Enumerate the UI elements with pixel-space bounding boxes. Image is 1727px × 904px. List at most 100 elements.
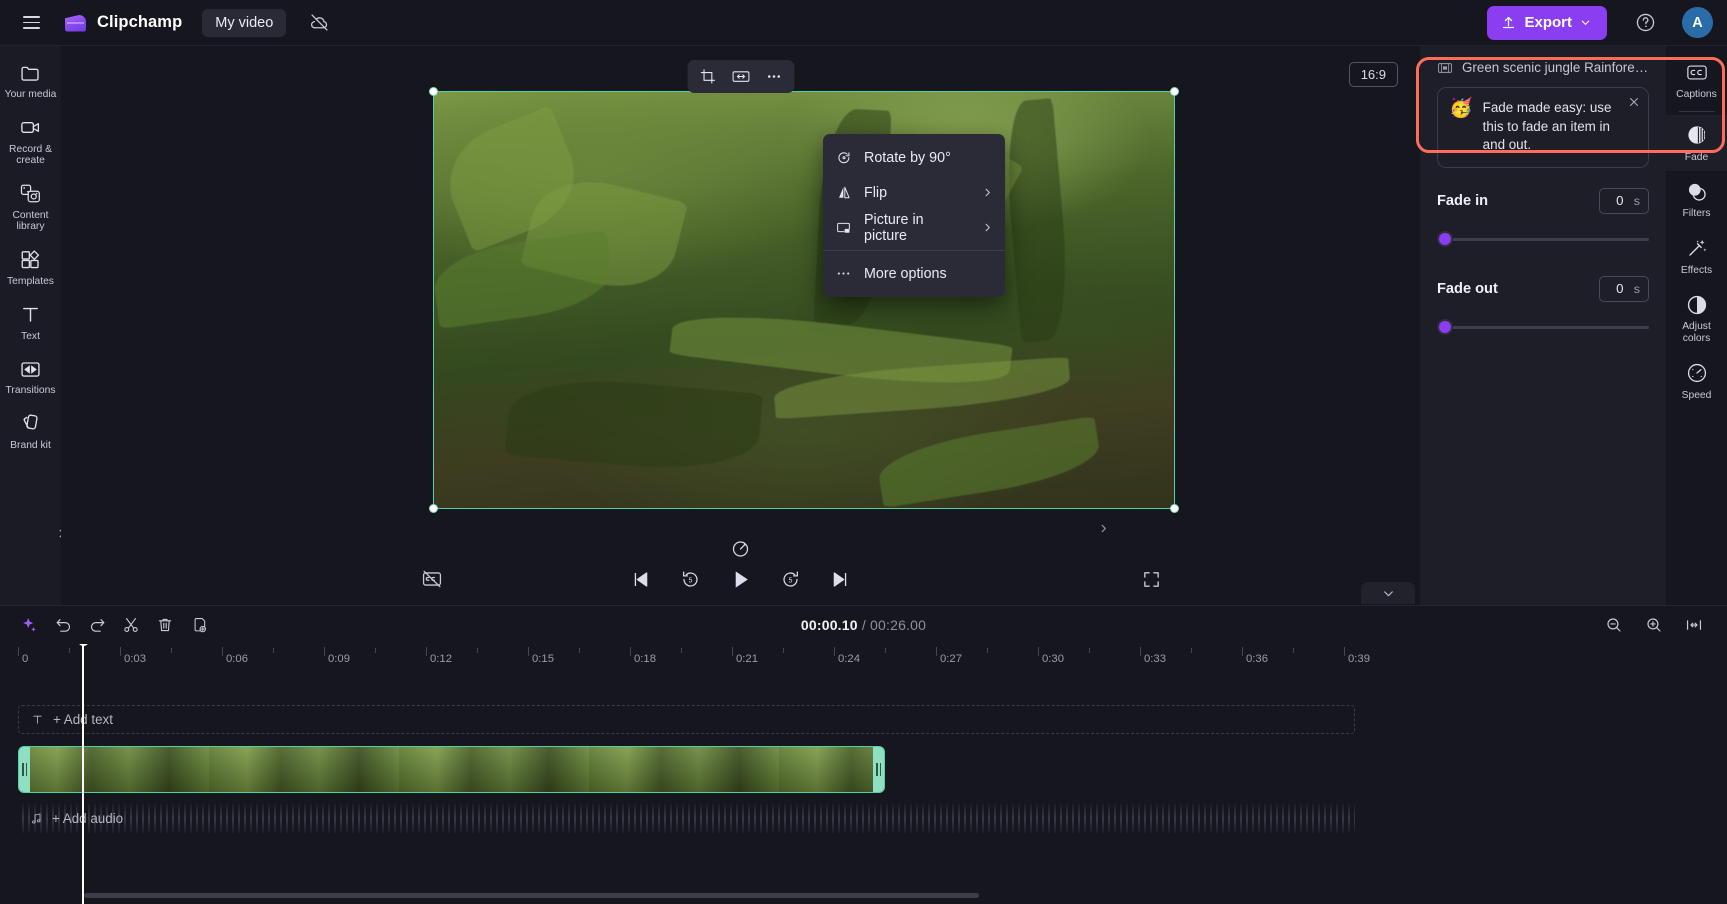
collapse-properties-button[interactable]	[1093, 510, 1113, 546]
export-button[interactable]: Export	[1487, 5, 1607, 40]
video-track[interactable]	[18, 746, 885, 793]
hamburger-icon[interactable]	[14, 6, 48, 40]
right-item-captions[interactable]: Captions	[1666, 52, 1727, 109]
context-menu-item-more-options[interactable]: More options	[823, 256, 1005, 291]
more-icon[interactable]	[758, 63, 789, 90]
ruler-label: 0:36	[1246, 653, 1268, 665]
picture-in-picture-icon	[835, 219, 852, 236]
sidebar-item-record-create[interactable]: Record & create	[2, 109, 59, 173]
right-item-effects[interactable]: Effects	[1666, 228, 1727, 285]
playhead[interactable]	[76, 644, 90, 904]
fade-in-input[interactable]: 0 s	[1598, 187, 1649, 214]
flip-icon	[835, 184, 852, 201]
play-button[interactable]	[727, 565, 755, 593]
fit-icon[interactable]	[725, 63, 756, 90]
undo-button[interactable]	[48, 611, 78, 639]
current-time: 00:00.10	[800, 617, 858, 633]
timeline-horizontal-scrollbar[interactable]	[84, 893, 979, 898]
skip-to-end-button[interactable]	[827, 565, 855, 593]
resize-handle-top-left[interactable]	[429, 87, 438, 96]
duplicate-button[interactable]	[184, 611, 214, 639]
svg-text:5: 5	[689, 577, 693, 584]
fade-in-label: Fade in	[1437, 192, 1489, 209]
closed-captions-icon	[1685, 61, 1708, 84]
rewind-5-seconds-button[interactable]: 5	[677, 565, 705, 593]
timeline-ruler[interactable]: 0 0:03 0:06 0:09 0:12 0:15 0:18 0:21 0:2…	[18, 644, 1727, 670]
video-preview[interactable]	[429, 87, 1179, 513]
right-item-label: Filters	[1682, 208, 1711, 220]
fade-out-input[interactable]: 0 s	[1598, 275, 1649, 302]
resize-handle-bottom-left[interactable]	[429, 504, 438, 513]
fade-in-slider[interactable]	[1437, 228, 1649, 250]
sidebar-item-templates[interactable]: Templates	[2, 241, 59, 294]
project-name-field[interactable]: My video	[202, 8, 287, 37]
content-library-icon	[19, 182, 43, 206]
chevron-right-icon	[982, 222, 993, 233]
split-button[interactable]	[116, 611, 146, 639]
avatar[interactable]: A	[1682, 7, 1713, 38]
right-item-fade[interactable]: Fade	[1666, 114, 1727, 172]
trim-left-handle[interactable]	[19, 747, 30, 792]
resize-handle-top-right[interactable]	[1170, 87, 1179, 96]
ruler-label: 0:12	[430, 653, 452, 665]
top-bar: Clipchamp My video Export A	[0, 0, 1727, 46]
timeline-body: 0 0:03 0:06 0:09 0:12 0:15 0:18 0:21 0:2…	[0, 644, 1727, 904]
sidebar-item-your-media[interactable]: Your media	[2, 54, 59, 107]
transitions-icon	[19, 357, 43, 381]
ruler-label: 0:33	[1144, 653, 1166, 665]
context-menu-item-picture-in-picture[interactable]: Picture in picture	[823, 210, 1005, 245]
text-track[interactable]: + Add text	[18, 705, 1355, 734]
right-item-label: Effects	[1680, 264, 1713, 276]
slider-knob[interactable]	[1437, 230, 1453, 247]
upload-icon	[1501, 15, 1516, 30]
video-clip[interactable]	[18, 746, 885, 793]
properties-header: Green scenic jungle Rainforest A...	[1437, 60, 1649, 75]
right-item-filters[interactable]: Filters	[1666, 171, 1727, 228]
context-menu-item-flip[interactable]: Flip	[823, 175, 1005, 210]
redo-button[interactable]	[82, 611, 112, 639]
skip-to-start-button[interactable]	[627, 565, 655, 593]
right-item-label: Adjust colors	[1682, 321, 1711, 344]
context-menu-divider	[823, 250, 1005, 251]
delete-button[interactable]	[150, 611, 180, 639]
cloud-off-icon[interactable]	[304, 8, 334, 38]
right-item-adjust-colors[interactable]: Adjust colors	[1666, 284, 1727, 352]
ruler-label: 0:09	[328, 653, 350, 665]
context-menu-label: Rotate by 90°	[864, 149, 951, 166]
fade-out-slider[interactable]	[1437, 316, 1649, 338]
crop-icon[interactable]	[692, 63, 723, 90]
fullscreen-icon[interactable]	[1137, 565, 1165, 593]
captions-off-icon[interactable]	[418, 565, 446, 593]
zoom-out-button[interactable]	[1599, 611, 1629, 639]
zoom-in-button[interactable]	[1639, 611, 1669, 639]
sidebar-item-content-library[interactable]: Content library	[2, 175, 59, 239]
ruler-label: 0	[22, 653, 29, 665]
context-menu-item-rotate-90[interactable]: Rotate by 90°	[823, 140, 1005, 175]
right-item-label: Captions	[1676, 89, 1717, 100]
add-text-row[interactable]: + Add text	[18, 705, 1355, 734]
resize-handle-bottom-right[interactable]	[1170, 504, 1179, 513]
timeline: 00:00.10 / 00:26.00 0 0:03 0:06 0:09 0:1…	[0, 582, 1727, 904]
fade-out-value: 0	[1616, 281, 1624, 297]
ruler-label: 0:18	[634, 653, 656, 665]
sidebar-item-brand-kit[interactable]: Brand kit	[2, 405, 59, 458]
sidebar-item-text[interactable]: Text	[2, 296, 59, 349]
close-icon[interactable]	[1628, 96, 1640, 108]
right-item-speed[interactable]: Speed	[1666, 353, 1727, 410]
aspect-ratio-button[interactable]: 16:9	[1348, 62, 1398, 87]
text-icon	[19, 303, 43, 327]
right-rail-divider	[1678, 110, 1715, 112]
sidebar-item-transitions[interactable]: Transitions	[2, 350, 59, 403]
help-circle-icon[interactable]	[1629, 7, 1661, 39]
fit-to-timeline-button[interactable]	[1679, 611, 1709, 639]
party-face-emoji: 🥳	[1449, 98, 1473, 119]
trim-right-handle[interactable]	[873, 747, 884, 792]
fade-in-unit: s	[1633, 193, 1640, 208]
forward-5-seconds-button[interactable]: 5	[777, 565, 805, 593]
audio-track[interactable]: + Add audio	[18, 804, 1355, 833]
add-audio-row[interactable]: + Add audio	[18, 804, 1355, 833]
collapse-timeline-button[interactable]	[1361, 582, 1415, 604]
chevron-down-icon	[1580, 17, 1591, 28]
auto-compose-button[interactable]	[14, 611, 44, 639]
slider-knob[interactable]	[1437, 318, 1453, 335]
